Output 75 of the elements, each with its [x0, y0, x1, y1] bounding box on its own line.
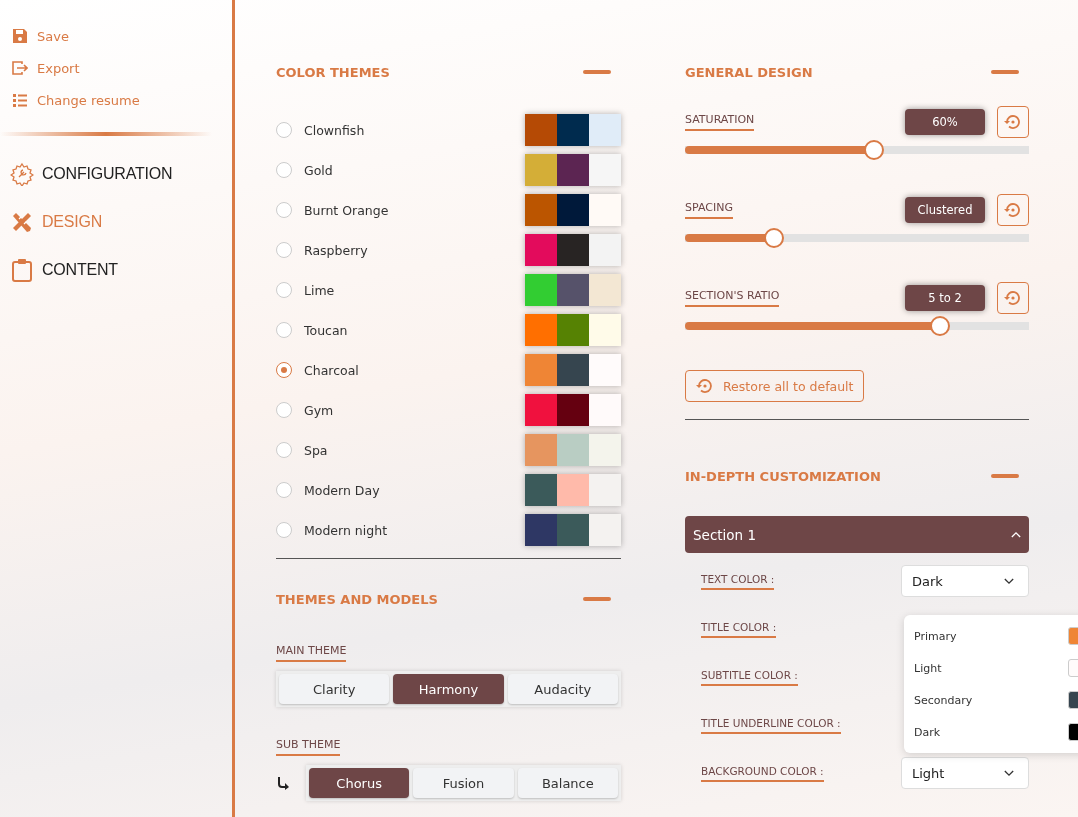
- radio-button[interactable]: [276, 482, 292, 498]
- radio-button[interactable]: [276, 242, 292, 258]
- nav-item[interactable]: CONFIGURATION: [0, 150, 179, 198]
- list-icon: [12, 92, 28, 108]
- menu-option[interactable]: Dark: [904, 716, 1078, 748]
- export-icon: [12, 60, 28, 76]
- field-label: SUB THEME: [276, 738, 341, 756]
- reset-button[interactable]: [997, 106, 1029, 138]
- radio-button[interactable]: [276, 122, 292, 138]
- reset-icon: [1003, 200, 1023, 220]
- gear-wrench-icon: [10, 162, 34, 186]
- value-badge: Clustered: [905, 197, 985, 223]
- reset-icon: [695, 376, 715, 396]
- radio-button[interactable]: [276, 322, 292, 338]
- radio-button[interactable]: [276, 402, 292, 418]
- field-label: TEXT COLOR :: [701, 572, 775, 590]
- collapse-button[interactable]: [991, 474, 1019, 478]
- pencil-ruler-icon: [10, 210, 34, 234]
- radio-button[interactable]: [276, 442, 292, 458]
- slider-label: SECTION'S RATIO: [685, 289, 780, 307]
- field-label: TITLE UNDERLINE COLOR :: [701, 716, 841, 734]
- value-badge: 60%: [905, 109, 985, 135]
- slider-label: SPACING: [685, 201, 733, 219]
- chevron-icon: [1004, 577, 1014, 585]
- turn-arrow-icon: [276, 776, 290, 790]
- menu-option[interactable]: Primary: [904, 620, 1078, 652]
- section-title: COLOR THEMES: [276, 64, 390, 80]
- collapse-button[interactable]: [583, 597, 611, 601]
- collapse-button[interactable]: [991, 70, 1019, 74]
- theme-name: Modern Day: [304, 482, 381, 498]
- segment-option[interactable]: Balance: [517, 768, 618, 798]
- section-title: IN-DEPTH CUSTOMIZATION: [685, 468, 881, 484]
- radio-button[interactable]: [276, 202, 292, 218]
- reset-icon: [1003, 112, 1023, 132]
- segment-option[interactable]: Clarity: [279, 674, 390, 704]
- theme-name: Spa: [304, 442, 329, 458]
- theme-name: Charcoal: [304, 362, 360, 378]
- field-label: BACKGROUND COLOR :: [701, 764, 824, 782]
- menu-option[interactable]: Secondary: [904, 684, 1078, 716]
- theme-name: Gold: [304, 162, 334, 178]
- section-title: THEMES AND MODELS: [276, 591, 438, 607]
- menu-option[interactable]: Light: [904, 652, 1078, 684]
- segment-option[interactable]: Fusion: [413, 768, 514, 798]
- field-label: SUBTITLE COLOR :: [701, 668, 798, 686]
- select-field[interactable]: Light: [901, 757, 1029, 789]
- segment-option[interactable]: Audacity: [507, 674, 618, 704]
- field-label: MAIN THEME: [276, 644, 347, 662]
- reset-button[interactable]: [997, 194, 1029, 226]
- clipboard-icon: [10, 258, 34, 282]
- slider-label: SATURATION: [685, 113, 755, 131]
- value-badge: 5 to 2: [905, 285, 985, 311]
- section-title: GENERAL DESIGN: [685, 64, 813, 80]
- save-icon: [12, 28, 28, 44]
- reset-icon: [1003, 288, 1023, 308]
- accordion-header[interactable]: Section 1: [685, 516, 1029, 553]
- theme-name: Raspberry: [304, 242, 369, 258]
- reset-button[interactable]: [997, 282, 1029, 314]
- radio-button[interactable]: [276, 162, 292, 178]
- theme-name: Clownfish: [304, 122, 366, 138]
- theme-name: Lime: [304, 282, 336, 298]
- nav-item[interactable]: CONTENT: [0, 246, 124, 294]
- collapse-button[interactable]: [583, 70, 611, 74]
- theme-name: Gym: [304, 402, 335, 418]
- field-label: TITLE COLOR :: [701, 620, 777, 638]
- chevron-icon: [1011, 531, 1021, 538]
- segment-option[interactable]: Harmony: [393, 674, 504, 704]
- theme-name: Toucan: [304, 322, 349, 338]
- theme-name: Burnt Orange: [304, 202, 390, 218]
- radio-button[interactable]: [276, 522, 292, 538]
- select-field[interactable]: Dark: [901, 565, 1029, 597]
- radio-button[interactable]: [276, 282, 292, 298]
- segment-option[interactable]: Chorus: [309, 768, 410, 798]
- chevron-icon: [1004, 769, 1014, 777]
- radio-button[interactable]: [276, 362, 292, 378]
- theme-name: Modern night: [304, 522, 389, 538]
